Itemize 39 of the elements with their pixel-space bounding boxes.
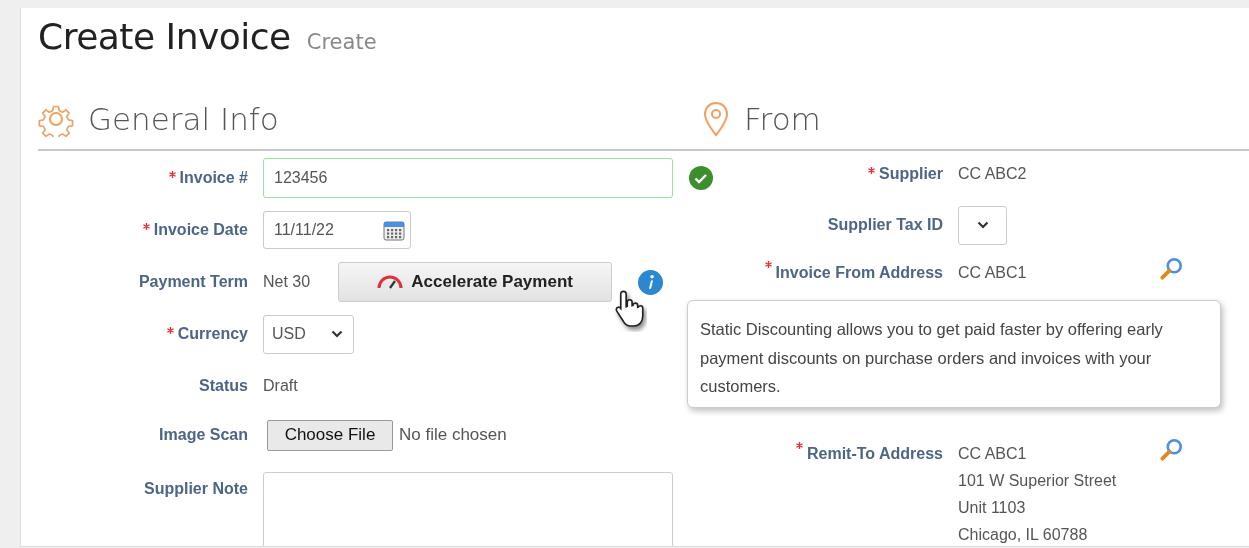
- location-pin-icon: [702, 101, 730, 137]
- field-value: CC ABC2: [958, 165, 1027, 183]
- address-line: Chicago, IL 60788: [958, 525, 1089, 545]
- field-label: Currency: [177, 325, 248, 343]
- calendar-icon[interactable]: [382, 218, 406, 242]
- section-title: From: [744, 101, 821, 137]
- choose-file-button[interactable]: Choose File: [267, 419, 393, 451]
- field-label: Remit-To Address: [807, 444, 943, 464]
- currency-dropdown[interactable]: USD: [263, 314, 354, 354]
- tooltip: Static Discounting allows you to get paid faster by offering early payment discounts on purchase orders and invoices with your customers.: [687, 300, 1221, 408]
- field-value: Draft: [263, 377, 298, 395]
- field-label: Payment Term: [138, 273, 248, 291]
- field-label: Status: [199, 377, 248, 395]
- field-label: Invoice Date: [153, 221, 248, 239]
- address-line: Unit 1103: [958, 498, 1027, 518]
- page-title: Create Invoice: [38, 16, 291, 57]
- field-label: Invoice From Address: [775, 263, 943, 283]
- field-label: Supplier Note: [144, 480, 248, 498]
- speedometer-icon: [377, 275, 404, 289]
- field-label: Image Scan: [159, 426, 248, 444]
- invoice-number-field[interactable]: 123456: [263, 158, 673, 198]
- search-icon[interactable]: [1158, 256, 1184, 282]
- address-line: CC ABC1: [958, 263, 1028, 283]
- field-label: Supplier: [879, 165, 943, 183]
- field-label: Invoice #: [179, 169, 248, 187]
- chevron-down-icon: [976, 221, 989, 229]
- address-line: CC ABC1: [958, 444, 1028, 464]
- chevron-down-icon: [331, 330, 343, 338]
- field-label: Supplier Tax ID: [827, 216, 943, 234]
- info-icon[interactable]: [638, 269, 664, 295]
- page-subtitle: Create: [306, 30, 377, 54]
- date-field[interactable]: 11/11/22: [263, 211, 411, 249]
- search-icon[interactable]: [1158, 437, 1184, 463]
- field-value: Net 30: [263, 273, 311, 291]
- address-line: 101 W Superior Street: [958, 471, 1118, 491]
- file-status: No file chosen: [399, 425, 507, 445]
- section-title: General Info: [88, 101, 279, 137]
- check-icon: [689, 166, 713, 190]
- accelerate-payment-button[interactable]: Accelerate Payment: [338, 262, 613, 302]
